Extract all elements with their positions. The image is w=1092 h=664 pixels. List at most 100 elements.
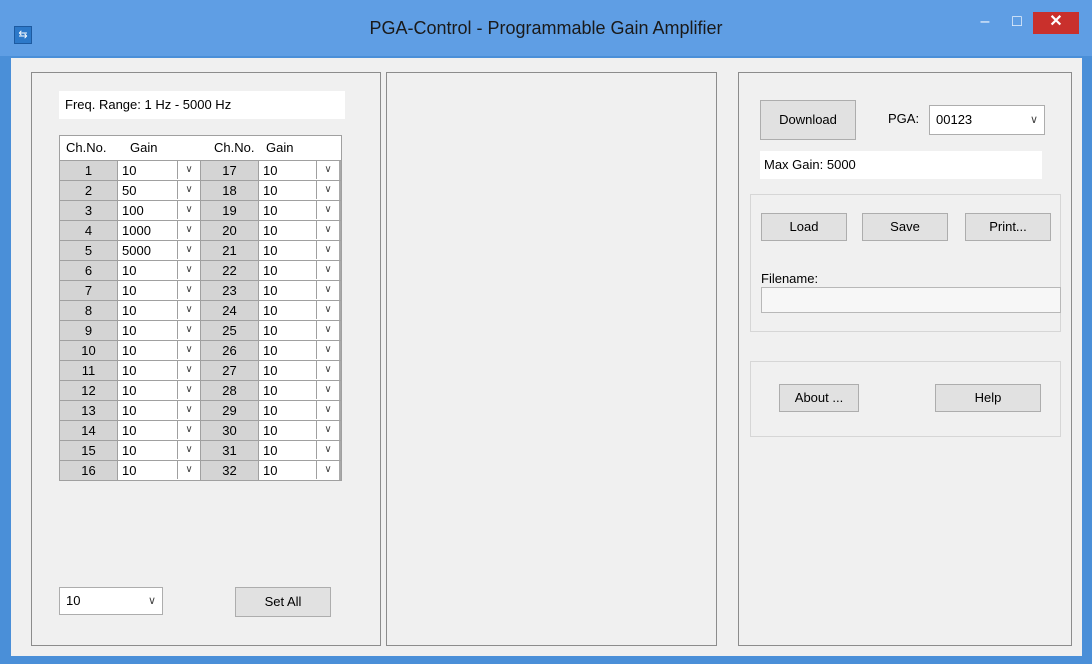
set-all-button[interactable]: Set All [235, 587, 331, 617]
chevron-down-icon[interactable]: ∨ [316, 201, 339, 219]
chevron-down-icon[interactable]: ∨ [316, 421, 339, 439]
gain-select[interactable]: 10 ∨ [259, 301, 339, 320]
gain-select[interactable]: 10 ∨ [118, 401, 201, 420]
chevron-down-icon[interactable]: ∨ [316, 241, 339, 259]
channel-number: 23 [201, 281, 259, 300]
close-button[interactable]: ✕ [1033, 12, 1079, 34]
window-title: PGA-Control - Programmable Gain Amplifie… [369, 18, 723, 38]
gain-select[interactable]: 10 ∨ [259, 281, 339, 300]
gain-value: 10 [263, 343, 278, 358]
chevron-down-icon[interactable]: ∨ [177, 301, 200, 319]
gain-value: 10 [122, 303, 137, 318]
gain-value: 100 [122, 203, 144, 218]
channel-number: 5 [60, 241, 118, 260]
gain-select[interactable]: 10 ∨ [259, 261, 339, 280]
gain-select[interactable]: 10 ∨ [259, 341, 339, 360]
chevron-down-icon[interactable]: ∨ [316, 321, 339, 339]
chevron-down-icon[interactable]: ∨ [177, 241, 200, 259]
channel-number: 9 [60, 321, 118, 340]
gain-select[interactable]: 10 ∨ [259, 181, 339, 200]
chevron-down-icon[interactable]: ∨ [177, 381, 200, 399]
about-button[interactable]: About ... [779, 384, 859, 412]
chevron-down-icon[interactable]: ∨ [177, 321, 200, 339]
gain-select[interactable]: 10 ∨ [259, 401, 339, 420]
gain-select[interactable]: 10 ∨ [259, 241, 339, 260]
gain-select[interactable]: 10 ∨ [259, 201, 339, 220]
title-bar[interactable]: ⇆ PGA-Control - Programmable Gain Amplif… [0, 0, 1092, 56]
minimize-button[interactable]: – [970, 12, 1000, 34]
chevron-down-icon[interactable]: ∨ [316, 261, 339, 279]
gain-select[interactable]: 10 ∨ [259, 421, 339, 440]
load-button[interactable]: Load [761, 213, 847, 241]
chevron-down-icon[interactable]: ∨ [316, 401, 339, 419]
gain-select[interactable]: 10 ∨ [118, 461, 201, 480]
chevron-down-icon[interactable]: ∨ [177, 161, 200, 179]
filename-input[interactable] [761, 287, 1061, 313]
chevron-down-icon[interactable]: ∨ [177, 281, 200, 299]
chevron-down-icon[interactable]: ∨ [316, 221, 339, 239]
gain-select[interactable]: 10 ∨ [259, 441, 339, 460]
download-button[interactable]: Download [760, 100, 856, 140]
print-button[interactable]: Print... [965, 213, 1051, 241]
pga-select[interactable]: 00123 ∨ [929, 105, 1045, 135]
gain-select[interactable]: 10 ∨ [118, 361, 201, 380]
gain-select[interactable]: 100 ∨ [118, 201, 201, 220]
chevron-down-icon[interactable]: ∨ [316, 181, 339, 199]
gain-select[interactable]: 10 ∨ [259, 361, 339, 380]
chevron-down-icon[interactable]: ∨ [177, 361, 200, 379]
chevron-down-icon[interactable]: ∨ [316, 341, 339, 359]
filename-label: Filename: [761, 271, 819, 286]
chevron-down-icon[interactable]: ∨ [177, 201, 200, 219]
center-panel [386, 72, 717, 646]
gain-select[interactable]: 10 ∨ [118, 341, 201, 360]
gain-value: 10 [122, 463, 137, 478]
chevron-down-icon[interactable]: ∨ [177, 461, 200, 479]
chevron-down-icon[interactable]: ∨ [177, 341, 200, 359]
gain-select[interactable]: 10 ∨ [259, 381, 339, 400]
gain-select[interactable]: 10 ∨ [118, 421, 201, 440]
chevron-down-icon[interactable]: ∨ [177, 221, 200, 239]
gain-select[interactable]: 5000 ∨ [118, 241, 201, 260]
gain-select[interactable]: 10 ∨ [259, 161, 339, 180]
gain-select[interactable]: 50 ∨ [118, 181, 201, 200]
save-button[interactable]: Save [862, 213, 948, 241]
channel-number: 11 [60, 361, 118, 380]
chevron-down-icon[interactable]: ∨ [316, 301, 339, 319]
file-group: Load Save Print... Filename: [750, 194, 1061, 332]
gain-select[interactable]: 10 ∨ [118, 161, 201, 180]
gain-select[interactable]: 1000 ∨ [118, 221, 201, 240]
gain-select[interactable]: 10 ∨ [259, 221, 339, 240]
help-button[interactable]: Help [935, 384, 1041, 412]
channel-number: 22 [201, 261, 259, 280]
chevron-down-icon: ∨ [1029, 114, 1038, 126]
chevron-down-icon[interactable]: ∨ [316, 441, 339, 459]
gain-value: 10 [122, 363, 137, 378]
gain-select[interactable]: 10 ∨ [118, 381, 201, 400]
chevron-down-icon[interactable]: ∨ [316, 381, 339, 399]
chevron-down-icon[interactable]: ∨ [316, 461, 339, 479]
chevron-down-icon[interactable]: ∨ [177, 401, 200, 419]
chevron-down-icon[interactable]: ∨ [177, 261, 200, 279]
chevron-down-icon[interactable]: ∨ [177, 441, 200, 459]
gain-select[interactable]: 10 ∨ [118, 261, 201, 280]
chevron-down-icon[interactable]: ∨ [316, 161, 339, 179]
table-row: 9 10 ∨ 25 10 ∨ [60, 320, 341, 340]
channel-number: 30 [201, 421, 259, 440]
table-row: 5 5000 ∨ 21 10 ∨ [60, 240, 341, 260]
maximize-button[interactable]: □ [1004, 12, 1030, 34]
channel-number: 25 [201, 321, 259, 340]
gain-select[interactable]: 10 ∨ [118, 441, 201, 460]
chevron-down-icon[interactable]: ∨ [177, 181, 200, 199]
channel-number: 7 [60, 281, 118, 300]
table-row: 13 10 ∨ 29 10 ∨ [60, 400, 341, 420]
gain-select[interactable]: 10 ∨ [118, 321, 201, 340]
gain-select[interactable]: 10 ∨ [259, 461, 339, 480]
chevron-down-icon[interactable]: ∨ [316, 361, 339, 379]
chevron-down-icon[interactable]: ∨ [316, 281, 339, 299]
gain-select[interactable]: 10 ∨ [118, 281, 201, 300]
gain-select[interactable]: 10 ∨ [259, 321, 339, 340]
chevron-down-icon[interactable]: ∨ [177, 421, 200, 439]
set-all-gain-select[interactable]: 10 ∨ [59, 587, 163, 615]
channel-number: 2 [60, 181, 118, 200]
gain-select[interactable]: 10 ∨ [118, 301, 201, 320]
